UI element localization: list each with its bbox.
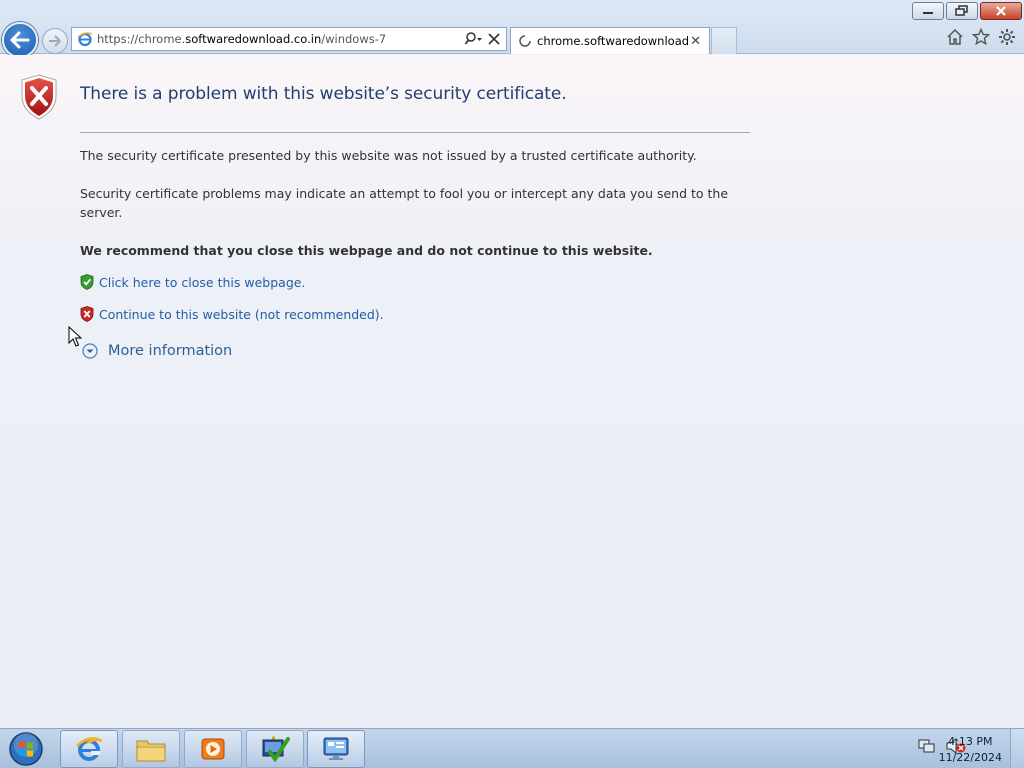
clock-time: 4:13 PM [948, 735, 993, 748]
taskbar-remote-desktop[interactable] [307, 730, 365, 768]
url-domain: softwaredownload.co.in [185, 32, 322, 46]
clock-date: 11/22/2024 [938, 751, 1002, 764]
search-dropdown-icon[interactable] [464, 32, 482, 46]
taskbar-internet-explorer[interactable] [60, 730, 118, 768]
url-path: /windows-7 [321, 32, 387, 46]
address-bar[interactable]: https://chrome.softwaredownload.co.in/wi… [71, 27, 507, 51]
mouse-cursor-icon [68, 326, 82, 347]
system-clock[interactable]: 4:13 PM 11/22/2024 [939, 734, 1002, 766]
security-warning-text: Security certificate problems may indica… [80, 186, 729, 220]
certificate-error-page: There is a problem with this website’s s… [0, 55, 1024, 728]
back-arrow-icon [10, 31, 30, 49]
continue-website-link[interactable]: Continue to this website (not recommende… [99, 307, 384, 322]
restore-icon [955, 5, 968, 16]
close-window-button[interactable] [980, 2, 1022, 20]
close-webpage-row: Click here to close this webpage. [80, 274, 305, 290]
home-icon[interactable] [946, 28, 964, 46]
restore-button[interactable] [946, 2, 978, 20]
checklist-app-icon [262, 736, 290, 763]
window-controls [912, 2, 1022, 20]
start-button[interactable] [6, 731, 46, 767]
taskbar-app-checklist[interactable] [246, 730, 304, 768]
minimize-button[interactable] [912, 2, 944, 20]
address-url[interactable]: https://chrome.softwaredownload.co.in/wi… [97, 32, 464, 46]
close-icon [996, 6, 1006, 16]
windows-orb-icon [9, 732, 43, 766]
more-information-toggle[interactable]: More information [82, 343, 232, 359]
error-shield-icon [21, 74, 57, 120]
monitor-app-icon [323, 737, 349, 760]
recommendation-text: We recommend that you close this webpage… [80, 243, 653, 258]
green-shield-icon [80, 274, 94, 290]
taskbar-media-player[interactable] [184, 730, 242, 768]
title-divider [80, 132, 750, 133]
network-icon[interactable] [918, 738, 936, 754]
back-button[interactable] [2, 22, 38, 58]
untrusted-authority-text: The security certificate presented by th… [80, 148, 697, 163]
settings-gear-icon[interactable] [998, 28, 1016, 46]
page-title: There is a problem with this website’s s… [80, 84, 567, 104]
url-prefix: https://chrome. [97, 32, 186, 46]
show-desktop-button[interactable] [1010, 729, 1024, 768]
tab-close-icon[interactable]: ✕ [690, 34, 701, 49]
browser-toolbar: https://chrome.softwaredownload.co.in/wi… [0, 0, 1024, 58]
forward-arrow-icon [49, 35, 61, 47]
ie-page-icon [77, 32, 93, 47]
red-shield-icon [80, 306, 94, 322]
favorites-star-icon[interactable] [972, 28, 990, 46]
internet-explorer-icon [76, 737, 103, 761]
stop-icon[interactable] [488, 33, 500, 45]
more-information-link[interactable]: More information [108, 343, 232, 359]
folder-icon [136, 740, 166, 762]
minimize-icon [923, 12, 933, 14]
loading-spinner-icon [519, 35, 531, 47]
taskbar-file-explorer[interactable] [122, 730, 180, 768]
continue-website-row: Continue to this website (not recommende… [80, 306, 384, 322]
media-player-icon [201, 738, 225, 760]
taskbar: 4:13 PM 11/22/2024 [0, 728, 1024, 768]
expand-chevron-icon[interactable] [82, 343, 98, 359]
new-tab-button[interactable] [711, 27, 737, 54]
forward-button[interactable] [42, 28, 68, 54]
tab-label: chrome.softwaredownload... [537, 34, 691, 48]
browser-tab[interactable]: chrome.softwaredownload... ✕ [510, 27, 710, 54]
close-webpage-link[interactable]: Click here to close this webpage. [99, 275, 305, 290]
